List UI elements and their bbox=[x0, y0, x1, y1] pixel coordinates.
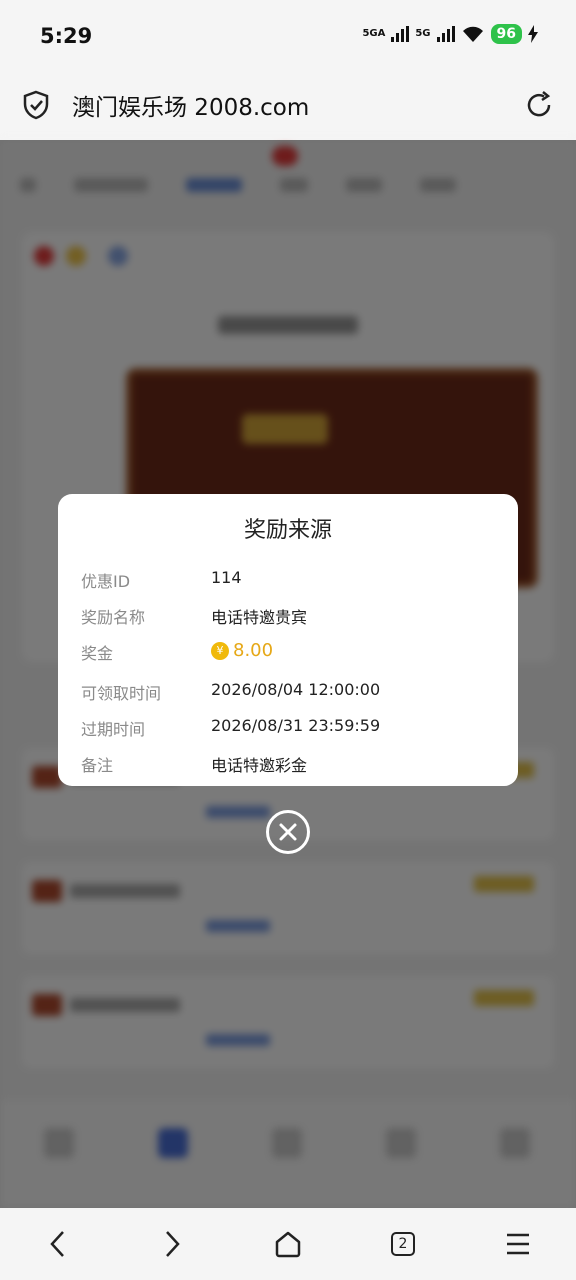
reward-source-modal: 奖励来源 优惠ID 114 奖励名称 电话特邀贵宾 奖金 ¥8.00 可领取时间… bbox=[58, 494, 518, 786]
wifi-icon bbox=[462, 26, 483, 42]
row-expire-time: 过期时间 2026/08/31 23:59:59 bbox=[58, 712, 518, 740]
row-remark: 备注 电话特邀彩金 bbox=[58, 748, 518, 776]
row-label: 过期时间 bbox=[81, 720, 146, 739]
bonus-amount: 8.00 bbox=[233, 640, 274, 661]
close-icon bbox=[279, 823, 297, 841]
url-text[interactable]: 澳门娱乐场 2008.com bbox=[72, 88, 309, 122]
status-time: 5:29 bbox=[40, 24, 93, 48]
back-icon bbox=[50, 1231, 64, 1257]
home-icon bbox=[275, 1231, 301, 1258]
home-button[interactable] bbox=[270, 1226, 306, 1262]
network-label-5g: 5G bbox=[415, 28, 431, 39]
row-claim-time: 可领取时间 2026/08/04 12:00:00 bbox=[58, 676, 518, 704]
close-button[interactable] bbox=[266, 810, 310, 854]
row-value: 114 bbox=[211, 568, 242, 587]
reload-icon[interactable] bbox=[524, 90, 554, 120]
tabs-button[interactable]: 2 bbox=[385, 1226, 421, 1262]
status-icons: 5GA 5G 96 bbox=[362, 24, 538, 44]
row-label: 备注 bbox=[81, 756, 114, 775]
signal-icon bbox=[391, 26, 410, 42]
row-label: 可领取时间 bbox=[81, 684, 162, 703]
row-bonus: 奖金 ¥8.00 bbox=[58, 636, 518, 664]
forward-icon bbox=[166, 1231, 180, 1257]
browser-nav-bar: 2 bbox=[0, 1208, 576, 1280]
row-value: 电话特邀彩金 bbox=[211, 756, 308, 775]
network-label-5ga: 5GA bbox=[362, 28, 386, 39]
modal-title: 奖励来源 bbox=[243, 518, 332, 543]
forward-button[interactable] bbox=[154, 1226, 190, 1262]
coin-icon: ¥ bbox=[211, 641, 229, 660]
status-bar: 5:29 5GA 5G 96 bbox=[0, 0, 576, 72]
signal-icon-2 bbox=[436, 26, 455, 42]
row-label: 优惠ID bbox=[81, 572, 131, 591]
row-value: ¥8.00 bbox=[211, 640, 273, 661]
row-promo-id: 优惠ID 114 bbox=[58, 564, 518, 592]
row-value: 2026/08/04 12:00:00 bbox=[211, 680, 381, 699]
row-value: 2026/08/31 23:59:59 bbox=[211, 716, 381, 735]
battery-indicator: 96 bbox=[490, 24, 522, 44]
row-label: 奖金 bbox=[81, 644, 114, 663]
menu-icon bbox=[507, 1233, 529, 1255]
row-reward-name: 奖励名称 电话特邀贵宾 bbox=[58, 600, 518, 628]
tabs-icon: 2 bbox=[391, 1232, 415, 1256]
shield-check-icon[interactable] bbox=[22, 90, 50, 120]
row-label: 奖励名称 bbox=[81, 608, 146, 627]
menu-button[interactable] bbox=[500, 1226, 536, 1262]
row-value: 电话特邀贵宾 bbox=[211, 608, 308, 627]
back-button[interactable] bbox=[40, 1226, 76, 1262]
address-bar: 澳门娱乐场 2008.com bbox=[0, 72, 576, 140]
charging-icon bbox=[528, 25, 538, 43]
